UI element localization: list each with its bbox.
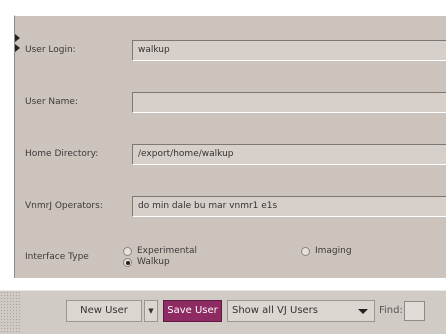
- find-label: Find:: [379, 305, 403, 316]
- new-user-button[interactable]: New User: [66, 300, 142, 322]
- radio-walkup-label: Walkup: [137, 257, 170, 267]
- user-form-panel: User Login: walkup User Name: Home Direc…: [14, 15, 446, 278]
- user-toolbar: New User ▼ Save User Show all VJ Users F…: [0, 290, 446, 334]
- collapse-arrow-icon[interactable]: [15, 32, 21, 56]
- home-directory-label: Home Directory:: [25, 149, 99, 159]
- interface-type-label: Interface Type: [25, 252, 89, 262]
- user-name-field[interactable]: [132, 92, 446, 113]
- radio-experimental-label: Experimental: [137, 246, 198, 256]
- radio-walkup[interactable]: Walkup: [123, 257, 170, 268]
- radio-imaging[interactable]: Imaging: [301, 246, 352, 257]
- user-filter-select[interactable]: Show all VJ Users: [227, 300, 375, 322]
- radio-button-icon[interactable]: [301, 247, 310, 256]
- radio-button-selected-icon[interactable]: [123, 258, 132, 267]
- radio-imaging-label: Imaging: [315, 246, 352, 256]
- radio-experimental[interactable]: Experimental: [123, 246, 197, 257]
- save-user-button[interactable]: Save User: [163, 300, 222, 322]
- triangle-down-icon: [358, 309, 368, 314]
- user-name-label: User Name:: [25, 97, 78, 107]
- vnmrj-operators-field[interactable]: do min dale bu mar vnmr1 e1s: [132, 196, 446, 217]
- user-login-field[interactable]: walkup: [132, 40, 446, 61]
- new-user-menu-button[interactable]: ▼: [144, 300, 158, 322]
- find-input[interactable]: [404, 301, 425, 321]
- radio-button-icon[interactable]: [123, 247, 132, 256]
- home-directory-field[interactable]: /export/home/walkup: [132, 144, 446, 165]
- user-login-label: User Login:: [25, 45, 76, 55]
- chevron-down-icon: ▼: [148, 307, 154, 315]
- vnmrj-operators-label: VnmrJ Operators:: [25, 201, 103, 211]
- toolbar-grip[interactable]: [0, 291, 20, 334]
- user-filter-value: Show all VJ Users: [232, 305, 318, 316]
